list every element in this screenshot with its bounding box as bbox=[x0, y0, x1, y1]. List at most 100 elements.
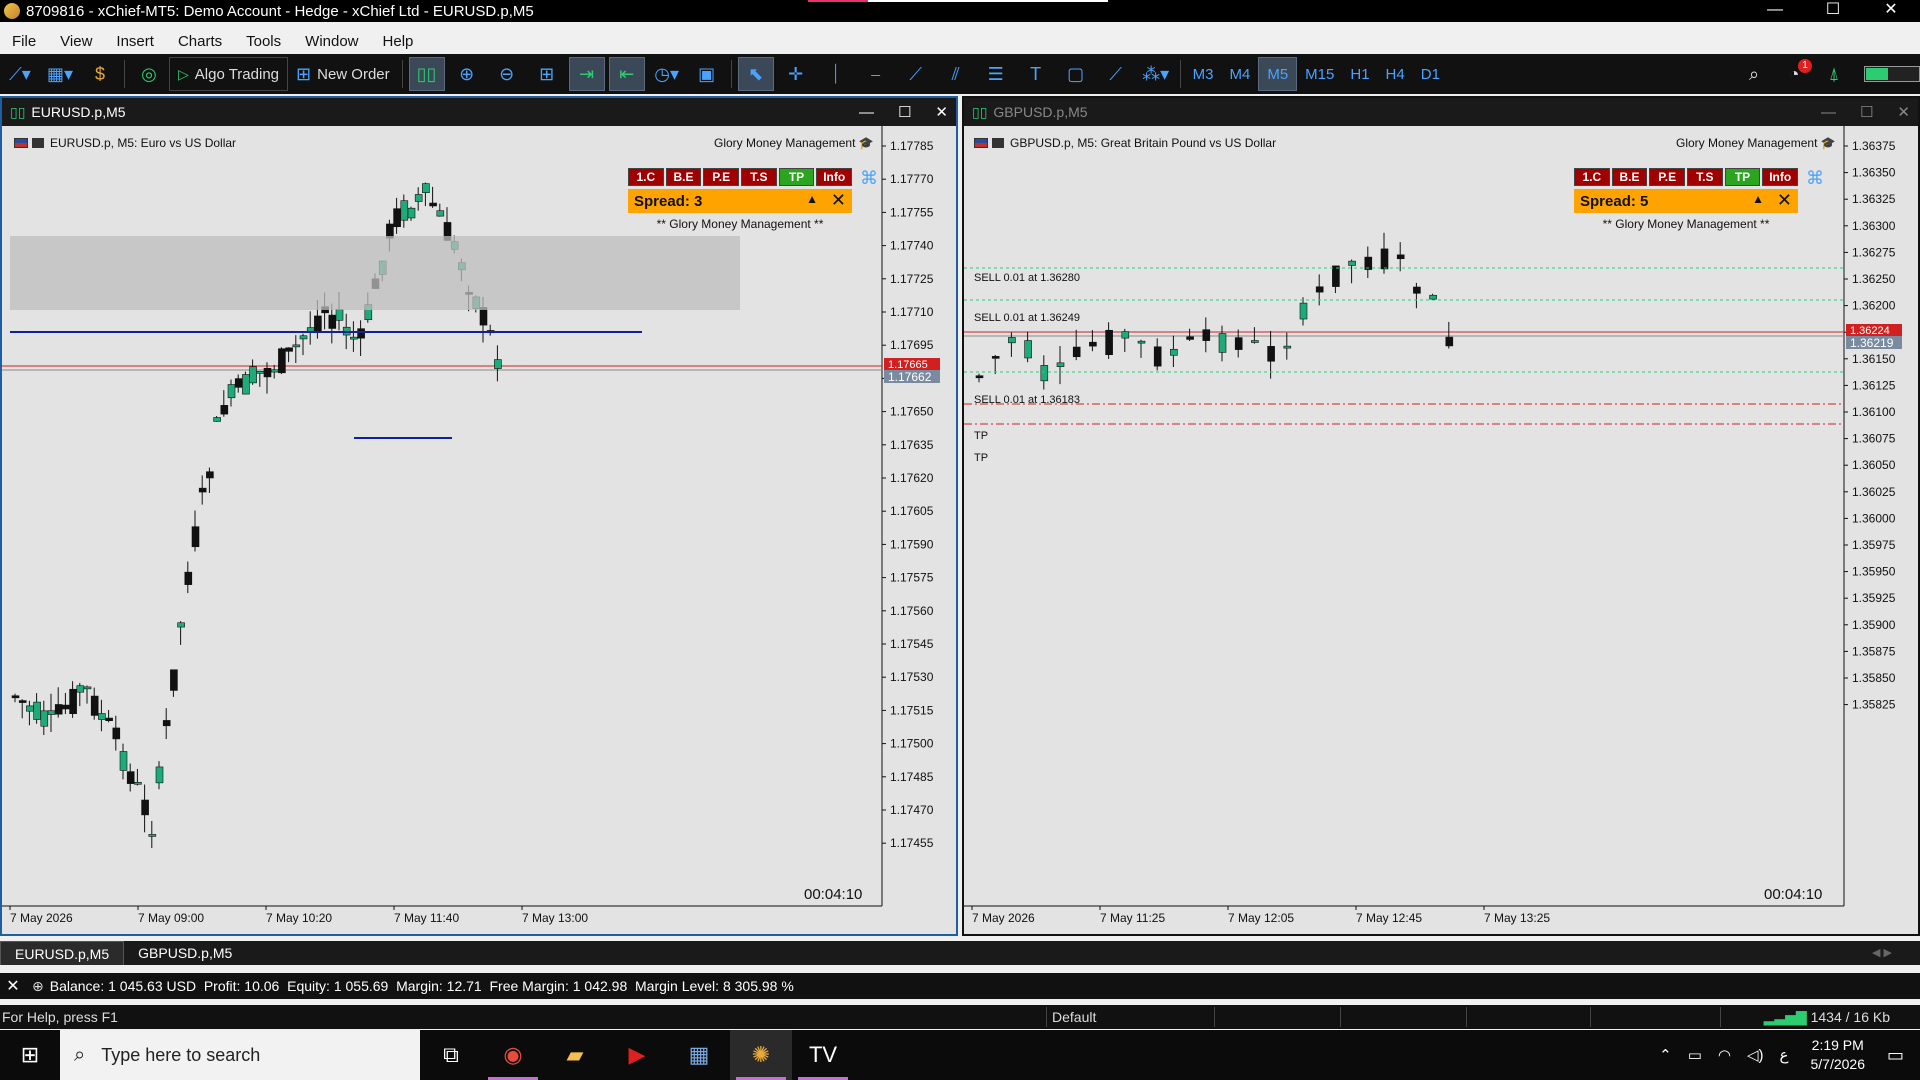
close-button[interactable]: ✕ bbox=[1862, 0, 1920, 22]
vertical-line-icon[interactable]: ⏐ bbox=[818, 57, 854, 91]
taskbar-search[interactable]: ⌕ Type here to search bbox=[60, 1030, 420, 1080]
search-icon[interactable]: ⌕ bbox=[1736, 57, 1772, 91]
panel-button-info[interactable]: Info bbox=[816, 168, 853, 186]
panel-button-info[interactable]: Info bbox=[1762, 168, 1799, 186]
tab-eurusd[interactable]: EURUSD.p,M5 bbox=[0, 941, 125, 965]
panel-button-1c[interactable]: 1.C bbox=[628, 168, 664, 186]
order-label[interactable]: SELL 0.01 at 1.36249 bbox=[974, 312, 1080, 324]
minimize-button[interactable]: — bbox=[1746, 0, 1804, 22]
windows-start-icon[interactable]: ⊞ bbox=[0, 1030, 60, 1080]
menu-file[interactable]: File bbox=[0, 33, 48, 50]
tp-label[interactable]: TP bbox=[974, 452, 988, 464]
chart-minimize-button[interactable]: — bbox=[859, 104, 874, 121]
chart-minimize-button[interactable]: — bbox=[1821, 104, 1836, 121]
panel-button-be[interactable]: B.E bbox=[1611, 168, 1648, 186]
trendline-icon[interactable]: ⟋ bbox=[898, 57, 934, 91]
chart-area[interactable]: 1.36375 1.36350 1.36325 1.36300 1.36275 1.362… bbox=[964, 126, 1918, 934]
tradingview-icon[interactable]: TV bbox=[792, 1030, 854, 1080]
dollar-icon[interactable]: $ bbox=[82, 57, 118, 91]
panel-button-1c[interactable]: 1.C bbox=[1574, 168, 1610, 186]
file-explorer-icon[interactable]: ▰ bbox=[544, 1030, 606, 1080]
zoom-in-icon[interactable]: ⊕ bbox=[449, 57, 485, 91]
panel-button-pe[interactable]: P.E bbox=[1649, 168, 1686, 186]
menu-tools[interactable]: Tools bbox=[234, 33, 293, 50]
tab-gbpusd[interactable]: GBPUSD.p,M5 bbox=[124, 941, 246, 965]
wifi-icon[interactable]: ◠ bbox=[1718, 1046, 1731, 1064]
algo-trading-button[interactable]: ▷ Algo Trading bbox=[169, 57, 289, 91]
order-label[interactable]: SELL 0.01 at 1.36280 bbox=[974, 272, 1080, 284]
chart-shift-icon[interactable]: ⇤ bbox=[608, 57, 645, 91]
chart-maximize-button[interactable]: ☐ bbox=[898, 103, 911, 121]
tab-scroll-icon[interactable]: ◀ ▶ bbox=[1858, 941, 1906, 965]
panel-button-pe[interactable]: P.E bbox=[703, 168, 740, 186]
menu-help[interactable]: Help bbox=[371, 33, 426, 50]
tp-label[interactable]: TP bbox=[974, 430, 988, 442]
toolbox-close-icon[interactable]: ✕ bbox=[0, 976, 26, 996]
panel-close-icon[interactable]: ✕ bbox=[831, 190, 846, 211]
chart-canvas-eurusd[interactable]: 1.17785 1.17770 1.17755 1.17740 1.17725 1.177… bbox=[2, 126, 956, 932]
panel-button-tp[interactable]: TP bbox=[778, 168, 815, 186]
fibonacci-icon[interactable]: ☰ bbox=[978, 57, 1014, 91]
autoscroll-icon[interactable]: ⇥ bbox=[568, 57, 605, 91]
language-indicator[interactable]: ع bbox=[1780, 1046, 1789, 1064]
battery-icon[interactable]: ▭ bbox=[1688, 1046, 1702, 1064]
signals-icon[interactable]: ◎ bbox=[131, 57, 167, 91]
channel-icon[interactable]: ⫽ bbox=[938, 57, 974, 91]
clock-icon[interactable]: ◷▾ bbox=[649, 57, 685, 91]
timeframe-m15[interactable]: M15 bbox=[1297, 57, 1342, 91]
text-icon[interactable]: T bbox=[1018, 57, 1054, 91]
notifications-icon[interactable]: ◔ 1 bbox=[1776, 57, 1812, 91]
horizontal-line-icon[interactable]: ⎯ bbox=[858, 57, 894, 91]
notifications-icon[interactable]: ▭ bbox=[1887, 1045, 1904, 1066]
candlestick-icon[interactable]: ▯▯ bbox=[408, 57, 445, 91]
panel-button-tp[interactable]: TP bbox=[1724, 168, 1761, 186]
chart-window-titlebar[interactable]: ▯▯ EURUSD.p,M5 — ☐ ✕ bbox=[2, 98, 956, 126]
volume-icon[interactable]: ◁) bbox=[1747, 1046, 1764, 1064]
timeframe-d1[interactable]: D1 bbox=[1413, 57, 1448, 91]
timeframe-h4[interactable]: H4 bbox=[1378, 57, 1413, 91]
menu-insert[interactable]: Insert bbox=[104, 33, 166, 50]
timeframe-m3[interactable]: M3 bbox=[1185, 57, 1222, 91]
indicators-icon[interactable]: ▦▾ bbox=[42, 57, 78, 91]
timeframe-m5[interactable]: M5 bbox=[1258, 57, 1298, 91]
chart-window-titlebar[interactable]: ▯▯ GBPUSD.p,M5 — ☐ ✕ bbox=[964, 98, 1918, 126]
menu-charts[interactable]: Charts bbox=[166, 33, 234, 50]
chart-close-button[interactable]: ✕ bbox=[1897, 103, 1910, 121]
metatrader-icon[interactable]: ✺ bbox=[730, 1030, 792, 1080]
panel-close-icon[interactable]: ✕ bbox=[1777, 190, 1792, 211]
menu-window[interactable]: Window bbox=[293, 33, 370, 50]
chart-window-gbpusd[interactable]: ▯▯ GBPUSD.p,M5 — ☐ ✕ 1.36375 1.36350 1.363… bbox=[962, 96, 1920, 936]
collapse-icon[interactable]: ▲ bbox=[1752, 192, 1764, 206]
crosshair-icon[interactable]: ✛ bbox=[778, 57, 814, 91]
order-label[interactable]: SELL 0.01 at 1.36183 bbox=[974, 394, 1080, 406]
rectangle-icon[interactable]: ▢ bbox=[1058, 57, 1094, 91]
menu-view[interactable]: View bbox=[48, 33, 104, 50]
chart-close-button[interactable]: ✕ bbox=[935, 103, 948, 121]
zoom-out-icon[interactable]: ⊖ bbox=[489, 57, 525, 91]
maximize-button[interactable]: ☐ bbox=[1804, 0, 1862, 22]
ray-icon[interactable]: ⟋ bbox=[1098, 57, 1134, 91]
chart-maximize-button[interactable]: ☐ bbox=[1860, 103, 1873, 121]
timeframe-m4[interactable]: M4 bbox=[1221, 57, 1258, 91]
cursor-icon[interactable]: ⬉ bbox=[737, 57, 774, 91]
panel-button-be[interactable]: B.E bbox=[665, 168, 702, 186]
screenshot-icon[interactable]: ▣ bbox=[689, 57, 725, 91]
panel-button-ts[interactable]: T.S bbox=[741, 168, 777, 186]
timeframe-h1[interactable]: H1 bbox=[1342, 57, 1377, 91]
chart-window-eurusd[interactable]: ▯▯ EURUSD.p,M5 — ☐ ✕ 1.17785 1.17770 1.177… bbox=[0, 96, 958, 936]
panel-button-ts[interactable]: T.S bbox=[1687, 168, 1723, 186]
new-order-button[interactable]: ⊞ New Order bbox=[290, 57, 396, 91]
profile-name[interactable]: Default bbox=[1052, 1009, 1096, 1025]
chart-canvas-gbpusd[interactable]: 1.36375 1.36350 1.36325 1.36300 1.36275 1.362… bbox=[964, 126, 1918, 932]
chevron-up-icon[interactable]: ⌃ bbox=[1659, 1046, 1672, 1064]
chart-line-icon[interactable]: ⟋▾ bbox=[2, 57, 38, 91]
shapes-icon[interactable]: ⁂▾ bbox=[1138, 57, 1174, 91]
clock[interactable]: 2:19 PM 5/7/2026 bbox=[1810, 1036, 1865, 1074]
collapse-icon[interactable]: ▲ bbox=[806, 192, 818, 206]
tile-windows-icon[interactable]: ⊞ bbox=[529, 57, 565, 91]
expand-icon[interactable]: ⊕ bbox=[32, 978, 44, 995]
chart-area[interactable]: 1.17785 1.17770 1.17755 1.17740 1.17725 1.177… bbox=[2, 126, 956, 934]
youtube-icon[interactable]: ▶ bbox=[606, 1030, 668, 1080]
chrome-icon[interactable]: ◉ bbox=[482, 1030, 544, 1080]
calculator-icon[interactable]: ▦ bbox=[668, 1030, 730, 1080]
